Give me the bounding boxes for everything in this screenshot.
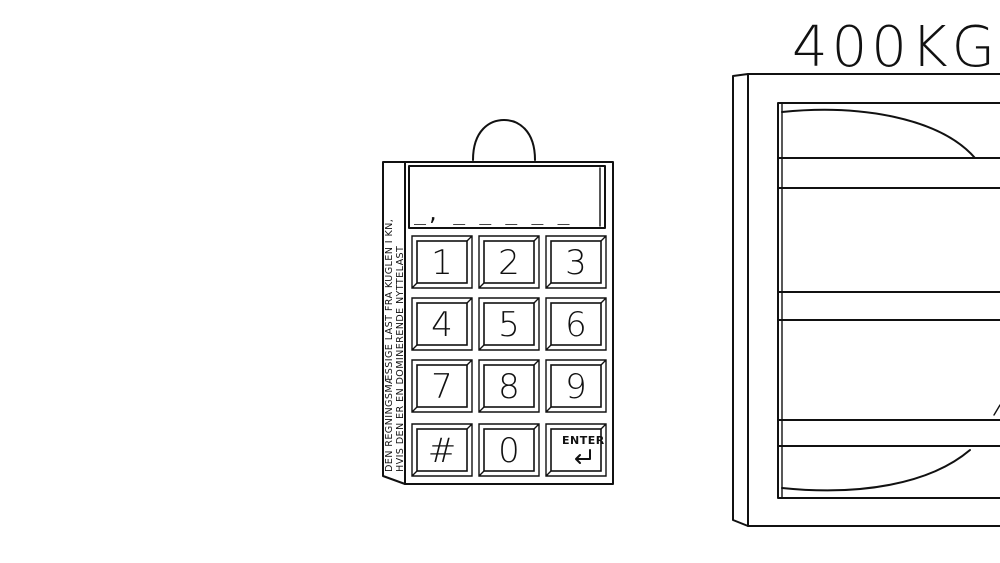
key-label: 5 (498, 305, 520, 345)
key-label: 2 (498, 243, 520, 283)
keypad-keys: 1 2 3 4 5 6 7 8 9 # 0 ENTER (411, 235, 607, 477)
key-0[interactable]: 0 (478, 423, 540, 477)
weight-label: 400KG (792, 15, 999, 80)
key-label: 0 (498, 431, 520, 471)
scene: DEN REGNINGSMÆSSIGE LAST FRA KUGLEN I KN… (382, 15, 1000, 527)
key-label: # (428, 431, 457, 471)
key-8[interactable]: 8 (478, 359, 540, 413)
machine-window (777, 102, 1000, 499)
machine-bars (777, 157, 1000, 447)
key-1[interactable]: 1 (411, 235, 473, 289)
side-text-line2: HVIS DEN ER EN DOMINERENDE NYTTELAST (395, 246, 406, 472)
key-label: 1 (431, 243, 453, 283)
key-enter[interactable]: ENTER (545, 423, 607, 477)
key-5[interactable]: 5 (478, 297, 540, 351)
keypad-display: _, _ _ _ _ _ (408, 165, 606, 229)
key-label: 9 (565, 367, 587, 407)
weight-machine: 400KG (732, 15, 1000, 527)
key-2[interactable]: 2 (478, 235, 540, 289)
display-text: _, _ _ _ _ _ (414, 201, 571, 225)
key-3[interactable]: 3 (545, 235, 607, 289)
side-text-line1: DEN REGNINGSMÆSSIGE LAST FRA KUGLEN I KN… (384, 219, 395, 472)
key-6[interactable]: 6 (545, 297, 607, 351)
key-label: 4 (431, 305, 453, 345)
key-7[interactable]: 7 (411, 359, 473, 413)
keypad-side-label: DEN REGNINGSMÆSSIGE LAST FRA KUGLEN I KN… (384, 219, 406, 472)
key-label: ENTER (562, 434, 605, 447)
machine-drum (781, 108, 976, 159)
keypad-device: DEN REGNINGSMÆSSIGE LAST FRA KUGLEN I KN… (382, 119, 614, 485)
machine-drum-bottom (781, 449, 971, 492)
machine-frame (747, 73, 1000, 527)
key-label: 6 (565, 305, 587, 345)
key-4[interactable]: 4 (411, 297, 473, 351)
key-label: 7 (431, 367, 453, 407)
keypad-handle (472, 119, 536, 161)
machine-drum-mark (993, 404, 1000, 416)
key-9[interactable]: 9 (545, 359, 607, 413)
machine-frame-left-depth (732, 73, 749, 527)
key-label: 3 (565, 243, 587, 283)
key-label: 8 (498, 367, 520, 407)
key-hash[interactable]: # (411, 423, 473, 477)
